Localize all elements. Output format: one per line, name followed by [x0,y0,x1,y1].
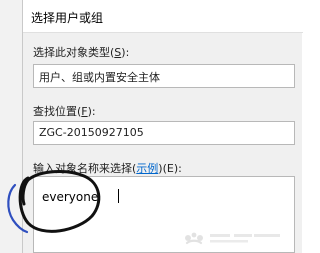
background-window-edge [0,0,22,253]
enter-names-label: 输入对象名称来选择(示例)(E): [33,162,182,175]
text-caret [118,189,119,203]
examples-link[interactable]: 示例 [136,162,158,175]
baidu-watermark-logo [185,232,280,245]
dialog-title: 选择用户或组 [31,11,104,25]
object-type-field: 用户、组或内置安全主体 [33,64,295,88]
object-type-label: 选择此对象类型(S): [33,46,130,59]
object-names-value: everyone [42,190,99,204]
location-field: ZGC-20150927105 [33,121,295,145]
dialog-titlebar[interactable]: 选择用户或组 [23,0,303,33]
select-users-groups-dialog: 选择用户或组 选择此对象类型(S): 用户、组或内置安全主体 查找位置(F): … [22,0,303,253]
location-label: 查找位置(F): [33,105,96,118]
